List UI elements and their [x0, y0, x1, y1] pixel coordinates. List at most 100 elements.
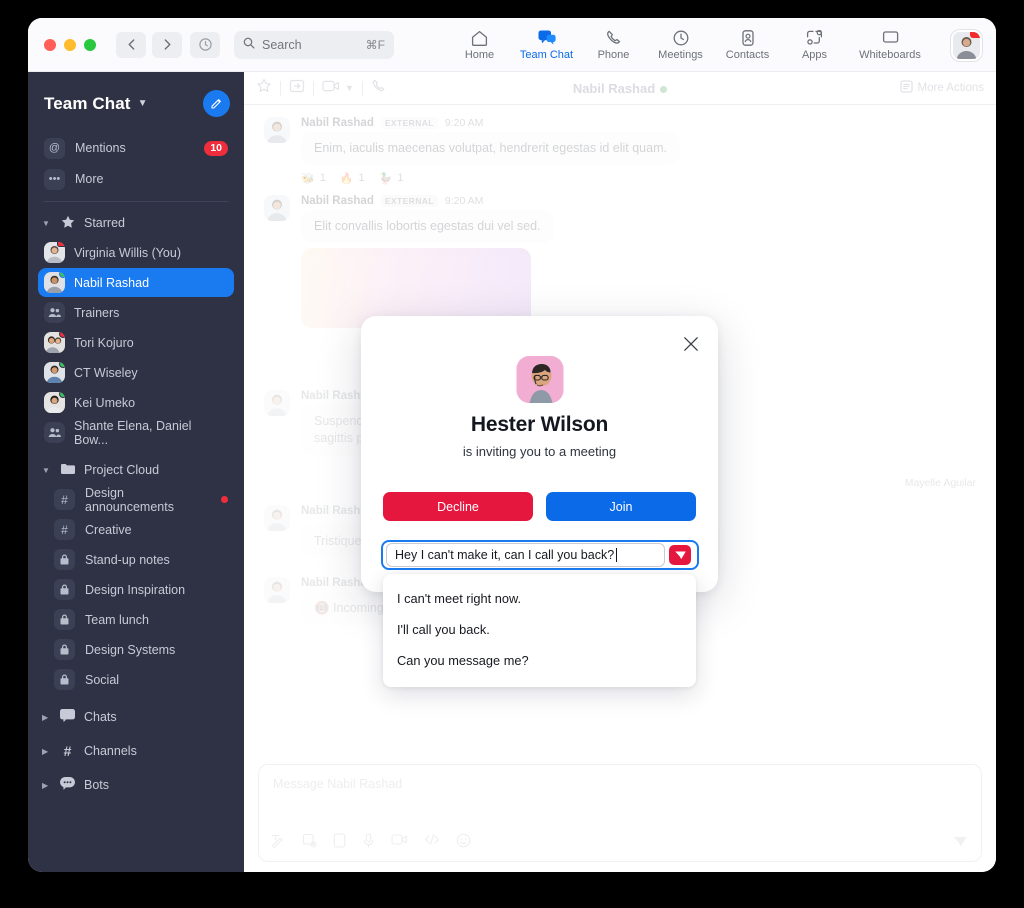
- quick-reply-input[interactable]: Hey I can't make it, can I call you back…: [386, 543, 665, 567]
- chevron-right-icon[interactable]: ▶: [42, 747, 51, 756]
- divider: [280, 80, 281, 96]
- decline-button[interactable]: Decline: [383, 492, 533, 521]
- close-window-button[interactable]: [44, 38, 56, 51]
- compose-button[interactable]: [203, 90, 230, 117]
- top-navigation: Home Team Chat Phone Meetings Contacts A…: [446, 18, 932, 72]
- nav-apps[interactable]: Apps: [781, 18, 848, 72]
- sidebar-channel-design-announcements[interactable]: # Design announcements: [48, 485, 234, 514]
- search-box[interactable]: Search ⌘F: [234, 30, 394, 59]
- group-icon: [44, 422, 65, 443]
- caller-avatar: [516, 356, 563, 403]
- nav-whiteboards[interactable]: Whiteboards: [848, 18, 932, 72]
- sidebar-channel-team-lunch[interactable]: Team lunch: [48, 605, 234, 634]
- reaction-fire[interactable]: 🔥 1: [340, 172, 365, 185]
- phone-icon[interactable]: [371, 78, 387, 99]
- reaction-bee[interactable]: 🐝 1: [301, 172, 326, 185]
- more-actions-button[interactable]: More Actions: [899, 80, 984, 96]
- video-icon[interactable]: [391, 833, 408, 853]
- sidebar-group-project-cloud[interactable]: ▼ Project Cloud: [38, 457, 234, 483]
- code-icon[interactable]: [424, 833, 440, 853]
- page-title: Nabil Rashad: [572, 80, 656, 96]
- reaction-duck[interactable]: 🦆 1: [379, 172, 404, 185]
- chevron-down-icon[interactable]: ▼: [345, 83, 354, 93]
- bee-icon: 🐝: [301, 172, 315, 185]
- invite-actions: Decline Join: [383, 492, 696, 521]
- sidebar-channel-design-systems[interactable]: Design Systems: [48, 635, 234, 664]
- chevron-down-icon[interactable]: ▼: [138, 98, 148, 109]
- back-button[interactable]: [116, 31, 146, 58]
- minimize-window-button[interactable]: [64, 38, 76, 51]
- sidebar-person-shante-elena-group[interactable]: Shante Elena, Daniel Bow...: [38, 418, 234, 447]
- quick-reply-send-button[interactable]: [669, 545, 691, 565]
- chevron-down-icon[interactable]: ▼: [42, 219, 51, 228]
- titlebar: Search ⌘F Home Team Chat Phone Meetings …: [28, 18, 996, 72]
- send-button[interactable]: [949, 831, 971, 853]
- at-icon: @: [44, 137, 65, 159]
- sidebar-person-kei-umeko[interactable]: Kei Umeko: [38, 388, 234, 417]
- close-icon[interactable]: [680, 333, 702, 355]
- avatar: [264, 389, 290, 416]
- sidebar-channel-label: Creative: [85, 522, 132, 537]
- suggestion-item[interactable]: I'll call you back.: [383, 614, 696, 645]
- suggestion-item[interactable]: I can't meet right now.: [383, 583, 696, 614]
- sidebar-person-trainers[interactable]: Trainers: [38, 298, 234, 327]
- format-icon[interactable]: [271, 833, 286, 853]
- suggestion-item[interactable]: Can you message me?: [383, 645, 696, 676]
- sidebar-group-chats[interactable]: ▶ Chats: [38, 704, 234, 730]
- message-reactions[interactable]: 🐝 1 🔥 1 🦆 1: [301, 172, 976, 185]
- app-window: Search ⌘F Home Team Chat Phone Meetings …: [28, 18, 996, 872]
- sidebar-group-label: Channels: [84, 744, 137, 758]
- avatar: [44, 362, 65, 383]
- sidebar-group-starred[interactable]: ▼ Starred: [38, 210, 234, 236]
- file-icon[interactable]: [333, 833, 346, 853]
- sidebar-channel-standup-notes[interactable]: Stand-up notes: [48, 545, 234, 574]
- chevron-right-icon[interactable]: ▶: [42, 781, 51, 790]
- chevron-right-icon[interactable]: ▶: [42, 713, 51, 722]
- emoji-icon[interactable]: [456, 833, 471, 853]
- nav-team-chat[interactable]: Team Chat: [513, 18, 580, 72]
- sidebar-person-virginia-willis[interactable]: Virginia Willis (You): [38, 238, 234, 267]
- sidebar-group-bots[interactable]: ▶ Bots: [38, 772, 234, 798]
- chat-header-actions: ▼: [256, 78, 387, 99]
- sidebar-person-tori-kojuro[interactable]: Tori Kojuro: [38, 328, 234, 357]
- divider: [361, 80, 363, 96]
- avatar: [264, 504, 290, 531]
- chat-header: ▼ Nabil Rashad More Actions: [244, 72, 996, 105]
- sidebar-channel-label: Team lunch: [85, 612, 149, 627]
- star-icon[interactable]: [256, 78, 272, 99]
- forward-button[interactable]: [152, 31, 182, 58]
- sidebar-channel-social[interactable]: Social: [48, 665, 234, 694]
- screenshot-icon[interactable]: [302, 833, 317, 853]
- sidebar-item-label: Mentions: [75, 141, 126, 155]
- video-icon[interactable]: [322, 79, 340, 98]
- sidebar-channel-design-inspiration[interactable]: Design Inspiration: [48, 575, 234, 604]
- chevron-down-icon[interactable]: ▼: [42, 466, 51, 475]
- quick-reply-field[interactable]: Hey I can't make it, can I call you back…: [381, 540, 699, 570]
- user-avatar[interactable]: [951, 30, 982, 61]
- nav-contacts[interactable]: Contacts: [714, 18, 781, 72]
- message-composer[interactable]: Message Nabil Rashad: [258, 764, 982, 862]
- sidebar-channel-creative[interactable]: # Creative: [48, 515, 234, 544]
- sidebar-item-more[interactable]: ••• More: [38, 165, 234, 193]
- search-input[interactable]: Search: [262, 38, 302, 52]
- maximize-window-button[interactable]: [84, 38, 96, 51]
- join-button[interactable]: Join: [546, 492, 696, 521]
- nav-buttons: [116, 31, 182, 58]
- nav-home[interactable]: Home: [446, 18, 513, 72]
- sidebar-divider: [44, 201, 228, 202]
- lock-icon: [54, 669, 75, 690]
- whiteboard-icon: [881, 29, 900, 47]
- sidebar-person-ct-wiseley[interactable]: CT Wiseley: [38, 358, 234, 387]
- presence-online-icon: [59, 362, 65, 368]
- composer-input[interactable]: Message Nabil Rashad: [259, 765, 981, 803]
- more-actions-label: More Actions: [917, 82, 984, 94]
- sidebar-item-mentions[interactable]: @ Mentions 10: [38, 134, 234, 162]
- nav-team-chat-label: Team Chat: [519, 48, 574, 61]
- nav-meetings[interactable]: Meetings: [647, 18, 714, 72]
- nav-phone[interactable]: Phone: [580, 18, 647, 72]
- sidebar-group-channels[interactable]: ▶ # Channels: [38, 738, 234, 764]
- sidebar-person-nabil-rashad[interactable]: Nabil Rashad: [38, 268, 234, 297]
- history-button[interactable]: [190, 31, 220, 58]
- mic-icon[interactable]: [362, 833, 375, 853]
- move-to-icon[interactable]: [289, 78, 305, 99]
